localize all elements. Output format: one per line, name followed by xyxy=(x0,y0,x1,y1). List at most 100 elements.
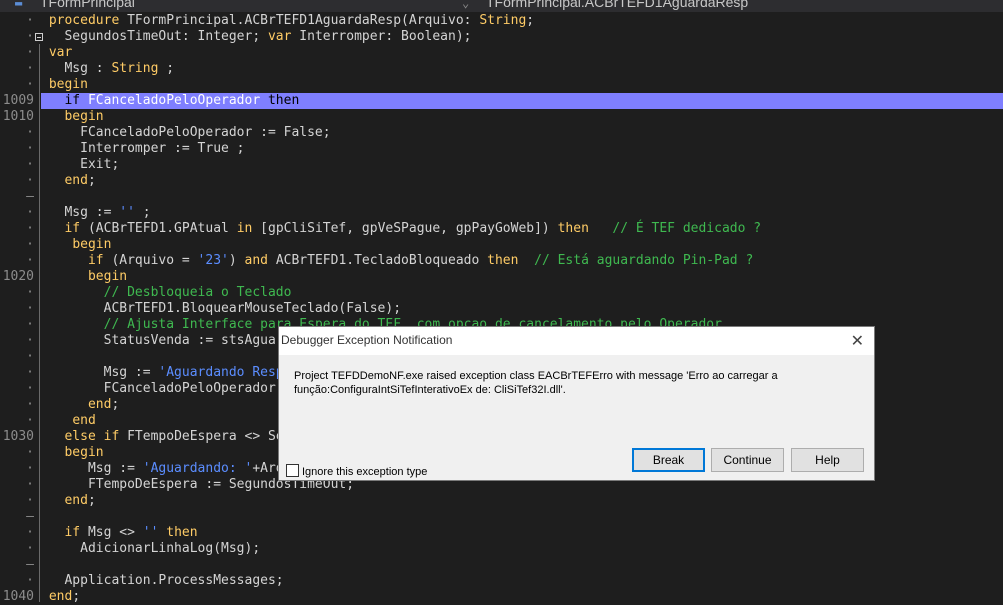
code-line[interactable]: SegundosTimeOut: Integer; var Interrompe… xyxy=(41,29,1003,45)
code-line[interactable]: procedure TFormPrincipal.ACBrTEFD1Aguard… xyxy=(41,13,1003,29)
code-line[interactable]: // Desbloqueia o Teclado xyxy=(41,285,1003,301)
dropdown-icon[interactable]: ▬ xyxy=(15,0,22,10)
code-token: FCanceladoPeloOperador xyxy=(80,93,268,108)
code-line[interactable]: begin xyxy=(41,77,1003,93)
line-marker: · xyxy=(26,61,34,76)
code-line[interactable]: if (ACBrTEFD1.GPAtual in [gpCliSiTef, gp… xyxy=(41,221,1003,237)
code-line[interactable]: Application.ProcessMessages; xyxy=(41,573,1003,589)
line-marker: · xyxy=(26,13,34,28)
code-line[interactable]: end; xyxy=(41,493,1003,509)
close-icon[interactable]: ✕ xyxy=(851,331,864,351)
line-marker: · xyxy=(26,221,34,236)
ignore-exception-label: Ignore this exception type xyxy=(302,466,428,478)
code-token: then xyxy=(557,221,589,236)
code-token: (Arquivo = xyxy=(103,253,198,268)
code-token: then xyxy=(166,525,198,540)
line-marker: – xyxy=(26,509,34,524)
code-line[interactable]: end; xyxy=(41,173,1003,189)
continue-button[interactable]: Continue xyxy=(711,448,784,472)
code-line[interactable]: if Msg <> '' then xyxy=(41,525,1003,541)
code-line[interactable] xyxy=(41,557,1003,573)
exception-message-line-1: Project TEFDDemoNF.exe raised exception … xyxy=(294,370,778,382)
code-line[interactable] xyxy=(41,509,1003,525)
code-token: // É TEF dedicado ? xyxy=(612,221,762,236)
dialog-title: Debugger Exception Notification xyxy=(281,333,453,347)
ignore-exception-checkbox[interactable] xyxy=(286,464,299,477)
code-token: ) xyxy=(228,253,245,268)
code-token: end xyxy=(64,493,88,508)
code-token: begin xyxy=(87,269,128,284)
code-token: if xyxy=(87,253,104,268)
code-token: ; xyxy=(526,13,535,28)
code-line[interactable]: end; xyxy=(41,589,1003,605)
line-marker: · xyxy=(26,525,34,540)
code-line[interactable]: if (Arquivo = '23') and ACBrTEFD1.Teclad… xyxy=(41,253,1003,269)
line-marker: · xyxy=(26,141,34,156)
line-marker: · xyxy=(26,157,34,172)
code-token: ; xyxy=(134,205,151,220)
code-token: begin xyxy=(64,109,104,124)
line-marker: · xyxy=(26,237,34,252)
line-number-gutter: · · · · · 1009 1010 · · · · – · · · · 1020 · · · · · · · · · 1030 ·… xyxy=(0,12,40,604)
break-button[interactable]: Break xyxy=(632,448,705,472)
code-editor[interactable]: procedure TFormPrincipal.ACBrTEFD1Aguard… xyxy=(41,12,1003,605)
help-button[interactable]: Help xyxy=(791,448,864,472)
code-line[interactable]: ACBrTEFD1.BloquearMouseTeclado(False); xyxy=(41,301,1003,317)
code-token: procedure xyxy=(48,13,128,28)
code-line[interactable]: var xyxy=(41,45,1003,61)
code-token: ACBrTEFD1.BloquearMouseTeclado(False); xyxy=(48,301,402,316)
code-line[interactable]: FCanceladoPeloOperador := False; xyxy=(41,125,1003,141)
line-marker: · xyxy=(26,349,34,364)
method-selector[interactable]: TFormPrincipal.ACBrTEFD1AguardaResp xyxy=(486,0,748,10)
dialog-titlebar[interactable]: Debugger Exception Notification ✕ xyxy=(279,327,874,355)
code-token: if xyxy=(64,93,81,108)
line-marker: · xyxy=(26,45,34,60)
code-token: Msg := xyxy=(48,365,159,380)
exception-message-line-2: função:ConfiguraIntSiTefInterativoEx de:… xyxy=(294,384,566,396)
code-token: // Está aguardando Pin-Pad ? xyxy=(534,253,754,268)
line-marker: 1040 xyxy=(2,589,34,604)
code-token: Interromper: Boolean); xyxy=(291,29,472,44)
line-marker: · xyxy=(26,253,34,268)
chevron-down-icon[interactable]: ⌄ xyxy=(462,0,469,10)
code-line[interactable]: Exit; xyxy=(41,157,1003,173)
code-token: ; xyxy=(87,493,96,508)
line-marker: · xyxy=(26,365,34,380)
code-token: String xyxy=(111,61,159,76)
line-marker: · xyxy=(26,573,34,588)
line-marker: 1010 xyxy=(2,109,34,124)
code-line[interactable]: Msg : String ; xyxy=(41,61,1003,77)
line-marker: · xyxy=(26,173,34,188)
code-token: ACBrTEFD1.TecladoBloqueado xyxy=(268,253,488,268)
code-line[interactable]: AdicionarLinhaLog(Msg); xyxy=(41,541,1003,557)
line-marker: · xyxy=(26,77,34,92)
code-token: else if xyxy=(64,429,120,444)
line-marker: · xyxy=(26,205,34,220)
code-token: var xyxy=(48,45,73,60)
line-marker: – xyxy=(26,557,34,572)
code-token: TFormPrincipal.ACBrTEFD1AguardaResp(Arqu… xyxy=(127,13,480,28)
code-token: '' xyxy=(119,205,135,220)
class-selector[interactable]: TFormPrincipal xyxy=(40,0,135,10)
code-line[interactable]: begin xyxy=(41,269,1003,285)
line-marker: · xyxy=(26,301,34,316)
code-token: in xyxy=(236,221,253,236)
code-token: ; xyxy=(158,61,175,76)
code-token: '23' xyxy=(197,253,229,268)
line-marker: 1030 xyxy=(2,429,34,444)
code-line[interactable] xyxy=(41,189,1003,205)
code-line[interactable]: begin xyxy=(41,109,1003,125)
code-line[interactable]: Msg := '' ; xyxy=(41,205,1003,221)
current-execution-line[interactable]: if FCanceladoPeloOperador then xyxy=(41,93,1003,109)
code-line[interactable]: begin xyxy=(41,237,1003,253)
code-line[interactable]: Interromper := True ; xyxy=(41,141,1003,157)
